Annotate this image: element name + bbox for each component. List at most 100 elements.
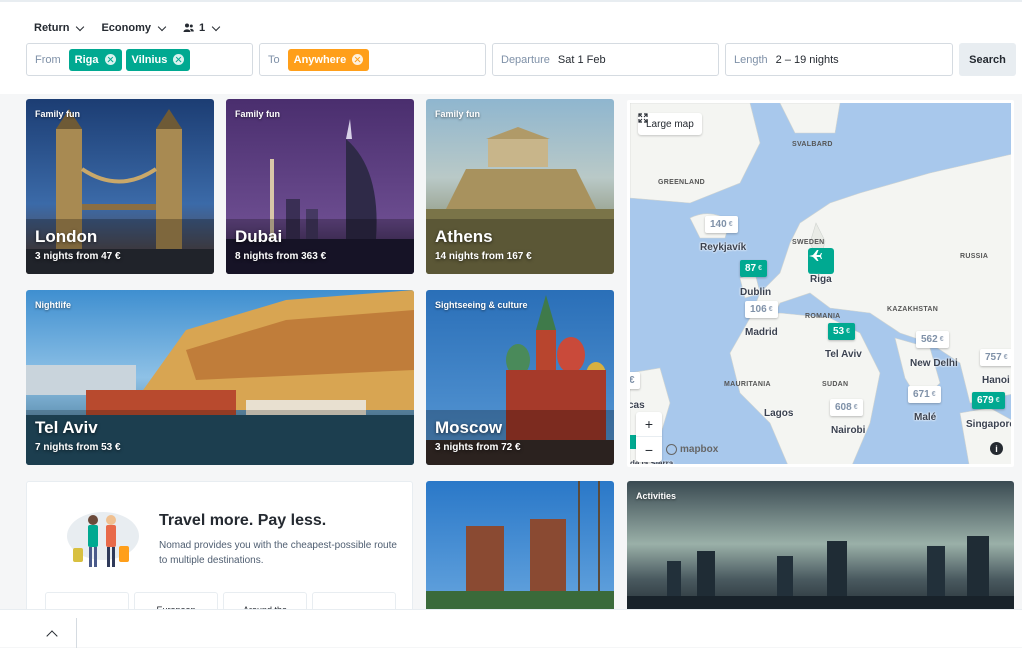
card-info: 7 nights from 53 €: [35, 442, 121, 453]
destination-card-athens[interactable]: Family fun Athens 14 nights from 167 €: [426, 99, 614, 274]
departure-field[interactable]: Departure Sat 1 Feb: [492, 43, 719, 76]
country-label: SUDAN: [822, 381, 849, 388]
remove-chip-icon[interactable]: [173, 54, 185, 65]
skyline-image: [627, 481, 1014, 621]
search-form: Return Economy 1 From Riga Vilnius To An…: [0, 2, 1022, 94]
from-chip-riga[interactable]: Riga: [68, 48, 122, 71]
promo-title: Travel more. Pay less.: [159, 512, 327, 529]
length-label: Length: [734, 53, 768, 66]
destination-card-dubai[interactable]: Family fun Dubai 8 nights from 363 €: [226, 99, 414, 274]
country-label: SWEDEN: [792, 239, 825, 246]
remove-chip-icon[interactable]: [104, 54, 116, 65]
card-tag: Family fun: [435, 109, 481, 119]
card-city: Moscow: [435, 418, 503, 437]
search-button[interactable]: Search: [959, 43, 1016, 76]
card-info: 3 nights from 72 €: [435, 442, 521, 453]
map-price-marker-partial[interactable]: €: [630, 372, 640, 389]
chip-label: Vilnius: [131, 53, 168, 66]
from-chip-vilnius[interactable]: Vilnius: [125, 48, 191, 71]
map-city-label: cas: [628, 400, 645, 411]
card-city: London: [35, 227, 98, 246]
map-city-label: Malé: [914, 412, 937, 423]
destination-card-moscow[interactable]: Sightseeing & culture Moscow 3 nights fr…: [426, 290, 614, 465]
card-tag: Activities: [636, 491, 677, 501]
destination-card-london[interactable]: Family fun London 3 nights from 47 €: [26, 99, 214, 274]
map-price-marker[interactable]: 140 €: [705, 216, 738, 233]
map-city-label: Riga: [810, 274, 832, 285]
map-city-label: New Delhi: [910, 358, 958, 369]
map-city-label: Madrid: [745, 327, 778, 338]
bottom-bar: [0, 609, 1022, 648]
card-city: Athens: [435, 227, 493, 246]
map-city-label: Tel Aviv: [825, 349, 862, 360]
destination-card[interactable]: [426, 481, 614, 621]
destination-card-tel-aviv[interactable]: Nightlife Tel Aviv 7 nights from 53 €: [26, 290, 414, 465]
map-city-label: Hanoi: [982, 375, 1010, 386]
remove-chip-icon[interactable]: [352, 54, 364, 65]
chevron-down-icon: [211, 22, 221, 31]
map-price-marker[interactable]: 562 €: [916, 331, 949, 348]
plane-icon: [809, 250, 822, 261]
mapbox-logo-icon: [666, 444, 677, 455]
chip-label: Riga: [74, 53, 99, 66]
cabin-class-dropdown[interactable]: Economy: [101, 22, 167, 34]
athens-image: [426, 99, 614, 274]
travelers-illustration: [67, 512, 139, 567]
country-label: RUSSIA: [960, 253, 989, 260]
map-price-marker[interactable]: 671 €: [908, 386, 941, 403]
card-info: 3 nights from 47 €: [35, 251, 121, 262]
to-field[interactable]: To Anywhere: [259, 43, 486, 76]
world-map-shapes: [630, 103, 1011, 464]
card-tag: Nightlife: [35, 300, 71, 310]
from-field[interactable]: From Riga Vilnius: [26, 43, 253, 76]
zoom-in-button[interactable]: +: [636, 412, 662, 437]
nomad-promo[interactable]: Travel more. Pay less. Nomad provides yo…: [26, 481, 413, 621]
card-info: 14 nights from 167 €: [435, 251, 532, 262]
activities-card[interactable]: Activities: [627, 481, 1014, 621]
mapbox-attribution[interactable]: mapbox: [666, 444, 718, 455]
map-city-label: Dublin: [740, 287, 772, 298]
chip-label: Anywhere: [293, 53, 347, 66]
map-price-marker[interactable]: 757 €: [980, 349, 1011, 366]
map-city-label: Lagos: [764, 408, 794, 419]
dubai-image: [226, 99, 414, 274]
map-price-marker[interactable]: 679 €: [972, 392, 1005, 409]
promo-text: Nomad provides you with the cheapest-pos…: [159, 540, 397, 566]
passengers-dropdown[interactable]: 1: [183, 22, 221, 34]
country-label: KAZAKHSTAN: [887, 306, 939, 313]
passengers-icon: [183, 23, 194, 32]
search-options: Return Economy 1: [34, 22, 221, 34]
expand-icon: [638, 113, 648, 123]
departure-label: Departure: [501, 53, 550, 66]
origin-marker[interactable]: [808, 248, 834, 274]
trip-type-dropdown[interactable]: Return: [34, 22, 85, 34]
chevron-up-icon[interactable]: [46, 630, 58, 642]
zoom-out-button[interactable]: −: [636, 437, 662, 462]
to-label: To: [268, 53, 280, 66]
map-price-marker[interactable]: 608 €: [830, 399, 863, 416]
country-label: ROMANIA: [805, 313, 841, 320]
mapbox-label: mapbox: [680, 444, 719, 455]
trip-type-label: Return: [34, 22, 70, 34]
card-tag: Sightseeing & culture: [435, 300, 528, 310]
map-city-label: Nairobi: [831, 425, 866, 436]
map-city-label: Singapore: [966, 419, 1014, 430]
card-tag: Family fun: [35, 109, 81, 119]
divider: [76, 618, 77, 648]
map-price-marker[interactable]: 106 €: [745, 301, 778, 318]
length-value: 2 – 19 nights: [775, 53, 839, 66]
country-label: MAURITANIA: [724, 381, 771, 388]
map-price-marker[interactable]: 87 €: [740, 260, 768, 277]
to-chip-anywhere[interactable]: Anywhere: [287, 48, 370, 71]
destinations-map[interactable]: Large map SVALBARD GREENLAND SWEDEN RUSS…: [627, 100, 1014, 467]
card-city: Dubai: [235, 227, 283, 246]
length-field[interactable]: Length 2 – 19 nights: [725, 43, 953, 76]
card-tag: Family fun: [235, 109, 281, 119]
large-map-button[interactable]: Large map: [638, 113, 702, 135]
info-icon[interactable]: i: [990, 442, 1003, 455]
moscow-image: [426, 290, 614, 465]
map-city-label: Reykjavík: [700, 242, 747, 253]
map-price-marker[interactable]: 53 €: [828, 323, 856, 340]
cabin-class-label: Economy: [101, 22, 151, 34]
country-label: GREENLAND: [658, 179, 706, 186]
